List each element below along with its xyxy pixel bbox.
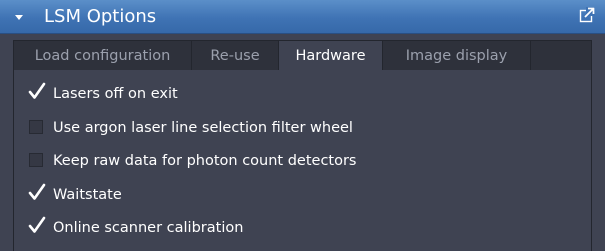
hardware-options: Lasers off on exit Use argon laser line … bbox=[13, 70, 592, 251]
tab-label: Image display bbox=[405, 48, 508, 64]
option-label: Keep raw data for photon count detectors bbox=[53, 153, 357, 169]
undock-icon[interactable] bbox=[579, 7, 595, 23]
tab-hardware[interactable]: Hardware bbox=[279, 41, 383, 72]
tab-image-display[interactable]: Image display bbox=[383, 41, 531, 71]
option-argon-filter-wheel[interactable]: Use argon laser line selection filter wh… bbox=[14, 116, 574, 140]
collapse-triangle-icon[interactable] bbox=[15, 15, 23, 20]
checkmark-icon bbox=[28, 82, 46, 99]
option-lasers-off-on-exit[interactable]: Lasers off on exit bbox=[14, 82, 574, 106]
panel-header[interactable]: LSM Options bbox=[0, 0, 605, 34]
lsm-options-panel: LSM Options Load configuration Re-use Ha… bbox=[0, 0, 605, 251]
checkbox-checked[interactable] bbox=[28, 82, 46, 100]
checkbox-checked[interactable] bbox=[28, 183, 46, 201]
option-online-scanner-calibration[interactable]: Online scanner calibration bbox=[14, 216, 574, 240]
option-label: Waitstate bbox=[53, 187, 122, 203]
tab-bar: Load configuration Re-use Hardware Image… bbox=[13, 40, 592, 72]
tab-label: Load configuration bbox=[34, 48, 171, 64]
checkmark-icon bbox=[28, 183, 46, 200]
checkmark-icon bbox=[28, 216, 46, 233]
checkbox-checked[interactable] bbox=[28, 216, 46, 234]
option-label: Online scanner calibration bbox=[53, 220, 244, 236]
tab-label: Re-use bbox=[210, 48, 260, 64]
tab-load-configuration[interactable]: Load configuration bbox=[14, 41, 192, 71]
option-keep-raw-data[interactable]: Keep raw data for photon count detectors bbox=[14, 149, 574, 173]
checkbox-unchecked[interactable] bbox=[29, 153, 43, 167]
option-waitstate[interactable]: Waitstate bbox=[14, 183, 574, 207]
panel-title: LSM Options bbox=[44, 6, 157, 27]
checkbox-unchecked[interactable] bbox=[29, 120, 43, 134]
option-label: Use argon laser line selection filter wh… bbox=[53, 120, 353, 136]
tab-re-use[interactable]: Re-use bbox=[192, 41, 279, 71]
tab-label: Hardware bbox=[295, 48, 366, 64]
option-label: Lasers off on exit bbox=[53, 86, 178, 102]
